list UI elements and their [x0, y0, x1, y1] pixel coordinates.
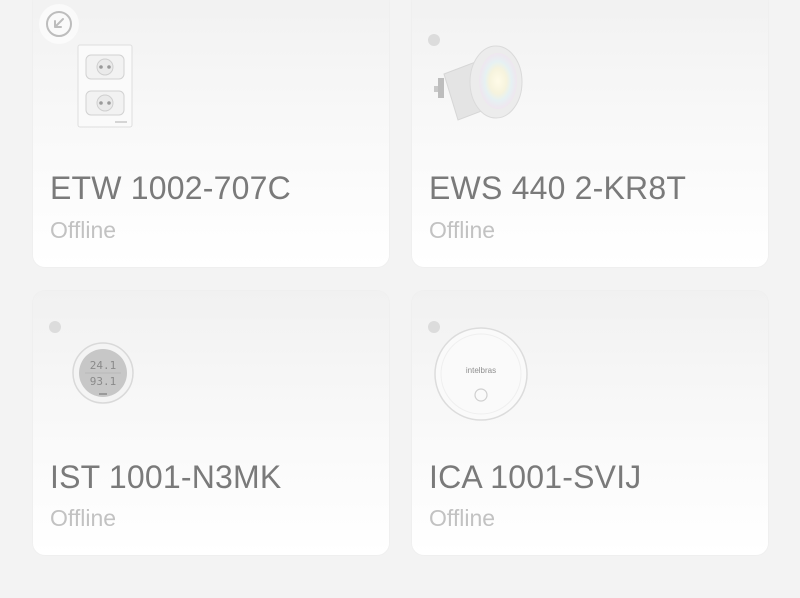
device-card-ews[interactable]: EWS 440 2-KR8T Offline: [412, 0, 768, 267]
smart-bulb-icon: [434, 45, 523, 121]
display-top-value: 24.1: [90, 359, 117, 372]
back-arrow-icon: [46, 11, 72, 37]
device-name: ICA 1001-SVIJ: [429, 459, 642, 495]
device-card-ist[interactable]: 24.1 93.1 IST 1001-N3MK Offline: [33, 291, 389, 555]
device-status: Offline: [50, 217, 117, 243]
device-status: Offline: [429, 505, 496, 531]
device-grid: ETW 1002-707C Offline EWS 440 2-KR8T Off…: [0, 0, 800, 598]
thermo-hygrometer-icon: 24.1 93.1: [72, 342, 134, 404]
device-status: Offline: [50, 505, 117, 531]
device-card-ica[interactable]: intelbras ICA 1001-SVIJ Offline: [412, 291, 768, 555]
hub-icon: intelbras: [434, 327, 528, 421]
wall-outlet-icon: [77, 44, 133, 128]
device-name: ETW 1002-707C: [50, 170, 291, 206]
brand-logo: intelbras: [466, 366, 496, 375]
display-bottom-value: 93.1: [90, 375, 117, 388]
device-card-etw[interactable]: ETW 1002-707C Offline: [33, 0, 389, 267]
device-status: Offline: [429, 217, 496, 243]
device-name: EWS 440 2-KR8T: [429, 170, 687, 206]
back-button[interactable]: [39, 4, 79, 44]
device-name: IST 1001-N3MK: [50, 459, 282, 495]
status-dot: [49, 321, 61, 333]
